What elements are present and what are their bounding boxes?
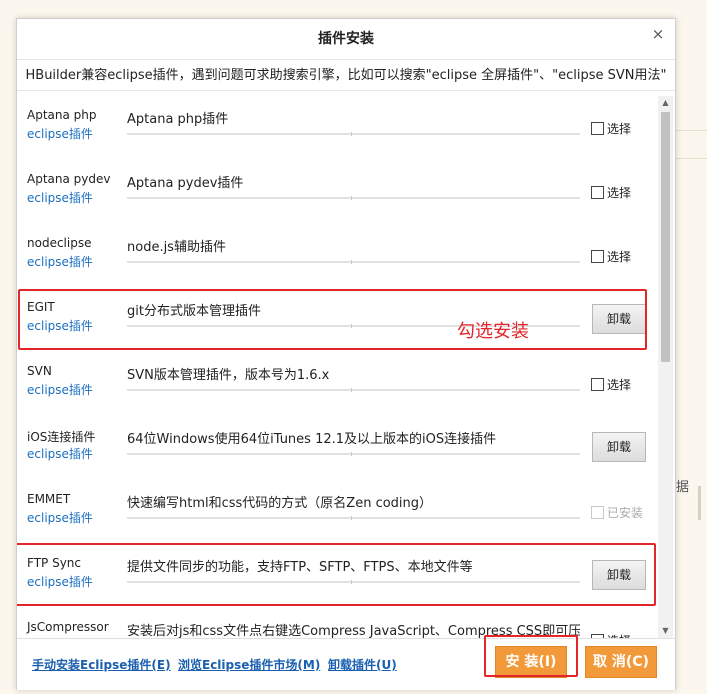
list-scrollbar[interactable]: ▲ ▼ xyxy=(658,96,673,638)
scrollbar-thumb[interactable] xyxy=(661,112,670,362)
checkbox-label: 选择 xyxy=(607,378,632,392)
plugin-description: 安装后对js和css文件点右键选Compress JavaScript、Comp… xyxy=(127,624,580,638)
background-divider xyxy=(676,130,707,131)
plugin-row-nodeclipse: nodeclipse eclipse插件 node.js辅助插件 选择 xyxy=(17,224,657,288)
plugin-name: EGIT xyxy=(27,300,55,314)
close-icon[interactable]: × xyxy=(649,25,667,43)
select-checkbox[interactable]: 选择 xyxy=(591,376,631,393)
plugin-type: eclipse插件 xyxy=(27,511,93,525)
plugin-progress-track xyxy=(127,452,580,456)
checkbox-label: 选择 xyxy=(607,186,632,200)
plugin-list: Aptana php eclipse插件 Aptana php插件 选择 Apt… xyxy=(17,96,675,638)
background-scrollbar xyxy=(698,486,701,520)
plugin-progress-track xyxy=(127,196,580,200)
plugin-name: Aptana pydev xyxy=(27,172,111,186)
plugin-type: eclipse插件 xyxy=(27,191,93,205)
checkbox-box[interactable] xyxy=(591,186,604,199)
checkbox-box[interactable] xyxy=(591,122,604,135)
install-button[interactable]: 安 装(I) xyxy=(495,646,567,678)
dialog-footer: 手动安装Eclipse插件(E) 浏览Eclipse插件市场(M) 卸载插件(U… xyxy=(17,635,675,690)
plugin-name: iOS连接插件 xyxy=(27,430,96,444)
plugin-name: JsCompressor xyxy=(27,620,109,634)
uninstall-plugins-link[interactable]: 卸载插件(U) xyxy=(328,656,397,673)
plugin-description: git分布式版本管理插件 xyxy=(127,304,261,319)
plugin-row-aptana-php: Aptana php eclipse插件 Aptana php插件 选择 xyxy=(17,96,657,160)
scroll-down-icon[interactable]: ▼ xyxy=(658,624,673,638)
plugin-progress-track xyxy=(127,580,580,584)
browse-market-link[interactable]: 浏览Eclipse插件市场(M) xyxy=(178,656,320,673)
plugin-type: eclipse插件 xyxy=(27,383,93,397)
plugin-progress-track xyxy=(127,388,580,392)
plugin-name: EMMET xyxy=(27,492,71,506)
uninstall-button[interactable]: 卸载 xyxy=(592,560,646,590)
select-checkbox[interactable]: 选择 xyxy=(591,248,631,265)
select-checkbox[interactable]: 选择 xyxy=(591,184,631,201)
plugin-row-egit: EGIT eclipse插件 git分布式版本管理插件 卸载 xyxy=(17,288,657,352)
manual-install-link[interactable]: 手动安装Eclipse插件(E) xyxy=(32,656,171,673)
plugin-progress-track xyxy=(127,516,580,520)
notice-text: HBuilder兼容eclipse插件，遇到问题可求助搜索引擎，比如可以搜索"e… xyxy=(17,59,675,91)
plugin-name: SVN xyxy=(27,364,52,378)
plugin-row-aptana-pydev: Aptana pydev eclipse插件 Aptana pydev插件 选择 xyxy=(17,160,657,224)
select-checkbox[interactable]: 选择 xyxy=(591,120,631,137)
checkbox-label: 已安装 xyxy=(607,506,644,520)
plugin-row-svn: SVN eclipse插件 SVN版本管理插件，版本号为1.6.x 选择 xyxy=(17,352,657,416)
plugin-type: eclipse插件 xyxy=(27,319,93,333)
plugin-type: eclipse插件 xyxy=(27,447,93,461)
scroll-up-icon[interactable]: ▲ xyxy=(658,96,673,110)
background-text: 据 xyxy=(676,480,690,495)
plugin-name: FTP Sync xyxy=(27,556,81,570)
plugin-description: node.js辅助插件 xyxy=(127,240,226,255)
plugin-description: Aptana php插件 xyxy=(127,112,229,127)
checkbox-label: 选择 xyxy=(607,250,632,264)
background-divider xyxy=(676,158,707,159)
dialog-title: 插件安装 xyxy=(318,31,374,47)
plugin-row-ios: iOS连接插件 eclipse插件 64位Windows使用64位iTunes … xyxy=(17,416,657,480)
annotation-check-install: 勾选安装 xyxy=(457,321,529,342)
plugin-description: 快速编写html和css代码的方式（原名Zen coding） xyxy=(127,496,433,511)
plugin-row-ftp-sync: FTP Sync eclipse插件 提供文件同步的功能，支持FTP、SFTP、… xyxy=(17,544,657,608)
checkbox-box[interactable] xyxy=(591,378,604,391)
plugin-description: SVN版本管理插件，版本号为1.6.x xyxy=(127,368,330,383)
plugin-progress-track xyxy=(127,260,580,264)
uninstall-button[interactable]: 卸载 xyxy=(592,304,646,334)
plugin-name: Aptana php xyxy=(27,108,97,122)
plugin-description: 64位Windows使用64位iTunes 12.1及以上版本的iOS连接插件 xyxy=(127,432,497,447)
plugin-description: Aptana pydev插件 xyxy=(127,176,244,191)
plugin-type: eclipse插件 xyxy=(27,255,93,269)
plugin-type: eclipse插件 xyxy=(27,127,93,141)
plugin-name: nodeclipse xyxy=(27,236,92,250)
plugin-progress-track xyxy=(127,132,580,136)
plugin-type: eclipse插件 xyxy=(27,575,93,589)
plugin-install-dialog: 插件安装 × HBuilder兼容eclipse插件，遇到问题可求助搜索引擎，比… xyxy=(16,18,676,690)
installed-checkbox: 已安装 xyxy=(591,504,643,521)
uninstall-button[interactable]: 卸载 xyxy=(592,432,646,462)
plugin-description: 提供文件同步的功能，支持FTP、SFTP、FTPS、本地文件等 xyxy=(127,560,473,575)
plugin-row-emmet: EMMET eclipse插件 快速编写html和css代码的方式（原名Zen … xyxy=(17,480,657,544)
checkbox-box[interactable] xyxy=(591,250,604,263)
checkbox-box xyxy=(591,506,604,519)
cancel-button[interactable]: 取 消(C) xyxy=(585,646,657,678)
plugin-row-jscompressor: JsCompressor eclipse插件 安装后对js和css文件点右键选C… xyxy=(17,608,657,638)
checkbox-label: 选择 xyxy=(607,122,632,136)
